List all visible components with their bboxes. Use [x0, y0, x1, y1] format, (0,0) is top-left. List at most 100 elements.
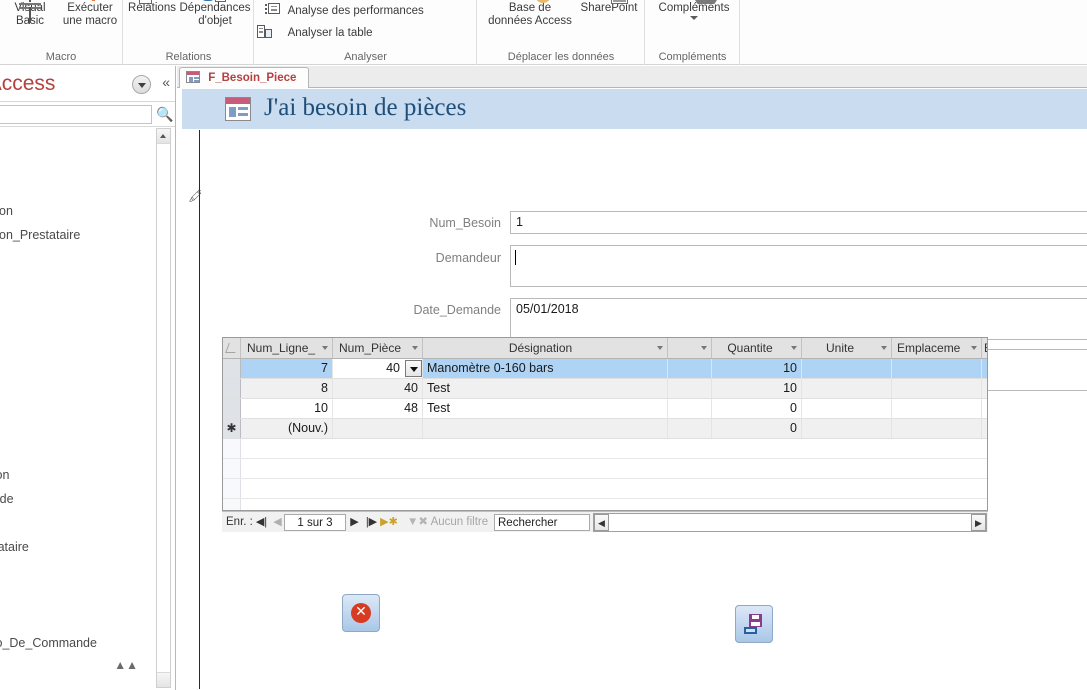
nav-item[interactable]: tervention — [0, 204, 13, 218]
nav-item[interactable]: ervention — [0, 468, 9, 482]
cell-quantite[interactable]: 0 — [712, 399, 802, 418]
subform-datasheet[interactable]: Num_Ligne_ Num_Pièce Désignation Quantit… — [222, 337, 988, 511]
search-icon[interactable]: 🔍 — [156, 107, 173, 121]
collapse-group-icon[interactable]: ▲▲ — [114, 658, 138, 672]
filter-status[interactable]: ▼✖ Aucun filtre — [407, 514, 488, 531]
chevron-down-icon[interactable] — [322, 346, 328, 350]
cell-emplacement[interactable] — [892, 379, 982, 398]
select-all-corner[interactable] — [223, 338, 241, 358]
cell-etat[interactable] — [982, 419, 987, 438]
column-header-quantite[interactable]: Quantite — [712, 338, 802, 358]
cell-num-piece[interactable]: 40 — [333, 379, 423, 398]
shutter-bar-dropdown-icon[interactable] — [132, 75, 151, 94]
navigation-pane-scrollbar[interactable] — [156, 128, 171, 688]
cell-designation[interactable]: Test — [423, 379, 668, 398]
ribbon-button-access-database[interactable]: Base de données Access — [484, 0, 576, 28]
column-header-etat[interactable]: Et — [982, 338, 987, 358]
cell-unnamed[interactable] — [668, 359, 712, 378]
cell-quantite[interactable]: 0 — [712, 419, 802, 438]
column-header-unnamed[interactable] — [668, 338, 712, 358]
search-input[interactable] — [0, 105, 152, 124]
chevron-down-icon[interactable] — [657, 346, 663, 350]
ribbon-button-performance-analyzer[interactable]: Analyse des performances — [265, 3, 424, 19]
ribbon-button-relationships[interactable]: Relations — [124, 0, 180, 15]
chevron-down-icon[interactable] — [971, 346, 977, 350]
scroll-up-arrow-icon[interactable] — [157, 129, 170, 144]
cell-unnamed[interactable] — [668, 379, 712, 398]
cell-unnamed[interactable] — [668, 419, 712, 438]
close-button[interactable]: ✕ — [342, 594, 380, 632]
cell-designation[interactable]: Manomètre 0-160 bars — [423, 359, 668, 378]
ribbon-button-analyze-table[interactable]: Analyser la table — [257, 25, 373, 41]
collapse-pane-icon[interactable]: « — [162, 74, 170, 90]
table-row[interactable]: 10 48 Test 0 — [223, 399, 987, 419]
table-row[interactable]: 7 40 Manomètre 0-160 bars 10 — [223, 359, 987, 379]
cell-num-ligne[interactable]: 7 — [241, 359, 333, 378]
chevron-down-icon[interactable] — [412, 346, 418, 350]
cell-quantite[interactable]: 10 — [712, 359, 802, 378]
ribbon-button-add-ins[interactable]: Compléments — [654, 0, 734, 20]
record-selector-bar[interactable]: 🖍 — [182, 130, 203, 689]
cell-quantite[interactable]: 10 — [712, 379, 802, 398]
cell-num-ligne[interactable]: 10 — [241, 399, 333, 418]
cell-unite[interactable] — [802, 399, 892, 418]
new-record-button[interactable]: ▶✱ — [380, 516, 398, 529]
cell-etat[interactable] — [982, 359, 987, 378]
ribbon-button-visual-basic[interactable]: Visual Basic — [0, 0, 60, 28]
input-date-demande[interactable]: 05/01/2018 — [510, 298, 1087, 340]
scroll-left-arrow-icon[interactable]: ◀ — [594, 514, 609, 531]
ribbon-button-sharepoint[interactable]: SharePoint — [576, 0, 642, 15]
cell-num-ligne[interactable]: 8 — [241, 379, 333, 398]
chevron-down-icon[interactable] — [690, 16, 698, 20]
previous-record-button[interactable]: ◀ — [271, 516, 284, 529]
nav-item[interactable]: Numero_De_Commande — [0, 636, 97, 650]
column-header-designation[interactable]: Désignation — [423, 338, 668, 358]
cell-unite[interactable] — [802, 419, 892, 438]
cell-emplacement[interactable] — [892, 419, 982, 438]
last-record-button[interactable]: |▶ — [365, 516, 378, 529]
next-record-button[interactable]: ▶ — [348, 516, 361, 529]
cell-dropdown-button[interactable] — [405, 360, 422, 377]
column-header-unite[interactable]: Unite — [802, 338, 892, 358]
cell-num-piece[interactable]: 48 — [333, 399, 423, 418]
nav-item[interactable]: ommande — [0, 492, 14, 506]
first-record-button[interactable]: ◀| — [255, 516, 268, 529]
column-header-num-piece[interactable]: Num_Pièce — [333, 338, 423, 358]
scroll-right-arrow-icon[interactable]: ▶ — [971, 514, 986, 531]
cell-unite[interactable] — [802, 379, 892, 398]
cell-emplacement[interactable] — [892, 399, 982, 418]
chevron-down-icon[interactable] — [791, 346, 797, 350]
nav-item[interactable]: t_Prestataire — [0, 540, 29, 554]
cell-emplacement[interactable] — [892, 359, 982, 378]
scroll-down-arrow-icon[interactable] — [157, 672, 170, 687]
cell-unnamed[interactable] — [668, 399, 712, 418]
row-selector[interactable] — [223, 399, 241, 418]
cell-num-piece[interactable] — [333, 419, 423, 438]
ribbon-button-object-dependencies[interactable]: Dépendances d'objet — [176, 0, 254, 28]
tab-f-besoin-piece[interactable]: F_Besoin_Piece — [179, 67, 310, 88]
cell-designation[interactable]: Test — [423, 399, 668, 418]
column-header-num-ligne[interactable]: Num_Ligne_ — [241, 338, 333, 358]
record-position-input[interactable]: 1 sur 3 — [284, 514, 346, 531]
ribbon-button-run-macro[interactable]: Exécuter une macro — [58, 0, 122, 28]
row-selector[interactable] — [223, 379, 241, 398]
cell-etat[interactable] — [982, 379, 987, 398]
cell-unite[interactable] — [802, 359, 892, 378]
nav-item[interactable]: tervention_Prestataire — [0, 228, 80, 242]
save-button[interactable] — [735, 605, 773, 643]
input-demandeur[interactable] — [510, 245, 1087, 287]
chevron-down-icon[interactable] — [881, 346, 887, 350]
cell-etat[interactable] — [982, 399, 987, 418]
navigation-object-list[interactable]: tervention tervention_Prestataire ivite … — [0, 128, 160, 690]
search-records-input[interactable]: Rechercher — [494, 514, 590, 531]
new-record-marker[interactable]: ✱ — [223, 419, 241, 438]
input-num-besoin[interactable]: 1 — [510, 211, 1087, 234]
cell-designation[interactable] — [423, 419, 668, 438]
row-selector[interactable] — [223, 359, 241, 378]
table-row-new[interactable]: ✱ (Nouv.) 0 — [223, 419, 987, 439]
datasheet-horizontal-scrollbar[interactable]: ◀ ▶ — [593, 513, 987, 532]
chevron-down-icon[interactable] — [701, 346, 707, 350]
cell-num-ligne[interactable]: (Nouv.) — [241, 419, 333, 438]
table-row[interactable]: 8 40 Test 10 — [223, 379, 987, 399]
column-header-emplacement[interactable]: Emplaceme — [892, 338, 982, 358]
